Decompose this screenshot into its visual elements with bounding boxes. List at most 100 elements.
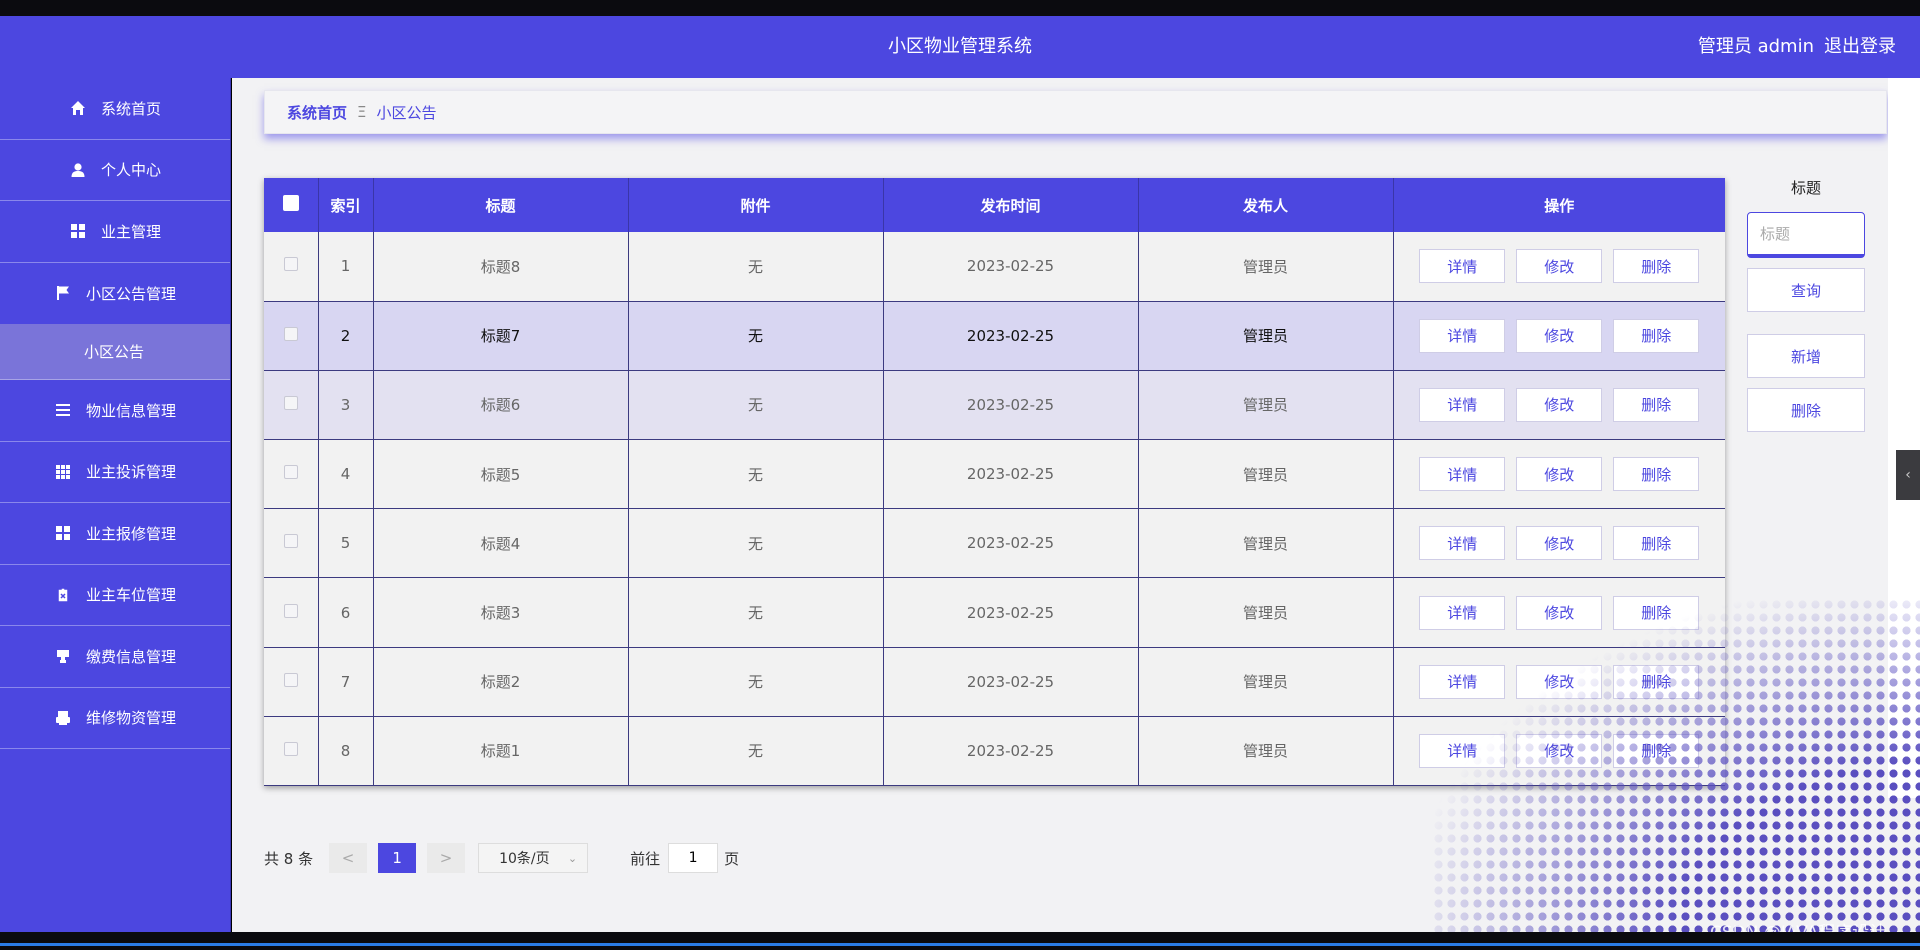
sidebar-item-label: 维修物资管理 bbox=[85, 709, 176, 728]
column-header-attachment[interactable]: 附件 bbox=[628, 178, 884, 232]
delete-button[interactable]: 删除 bbox=[1613, 387, 1700, 422]
cell-title: 标题2 bbox=[373, 647, 629, 717]
title-search-input[interactable] bbox=[1747, 212, 1865, 258]
row-checkbox[interactable] bbox=[283, 741, 298, 756]
video-progress-bar[interactable] bbox=[0, 943, 1920, 946]
sidebar-item-repair[interactable]: 业主报修管理 bbox=[0, 503, 230, 565]
cell-publisher: 管理员 bbox=[1138, 370, 1394, 441]
goto-page-input[interactable] bbox=[668, 843, 719, 873]
edit-button[interactable]: 修改 bbox=[1516, 249, 1603, 284]
detail-button[interactable]: 详情 bbox=[1419, 249, 1506, 284]
goto-label: 前往 bbox=[630, 849, 661, 868]
cell-publisher: 管理员 bbox=[1138, 577, 1394, 648]
sidebar: 系统首页 个人中心 业主管理 小区公告管理 小区公告 物业信息管理 业主投诉管理… bbox=[0, 78, 231, 932]
table-row[interactable]: 4 标题5 无 2023-02-25 管理员 详情 修改 删除 bbox=[264, 439, 1725, 510]
column-header-actions: 操作 bbox=[1393, 178, 1725, 232]
edit-button[interactable]: 修改 bbox=[1516, 526, 1603, 561]
cell-publish-time: 2023-02-25 bbox=[883, 232, 1139, 302]
detail-button[interactable]: 详情 bbox=[1419, 318, 1506, 353]
row-checkbox[interactable] bbox=[283, 326, 298, 341]
cell-title: 标题5 bbox=[373, 439, 629, 510]
cell-publish-time: 2023-02-25 bbox=[883, 647, 1139, 717]
row-checkbox[interactable] bbox=[283, 257, 298, 272]
cell-attachment: 无 bbox=[628, 370, 884, 441]
cell-publish-time: 2023-02-25 bbox=[883, 439, 1139, 510]
column-header-index[interactable]: 索引 bbox=[318, 178, 374, 232]
chevron-down-icon: ⌄ bbox=[567, 851, 578, 865]
cell-attachment: 无 bbox=[628, 508, 884, 579]
batch-delete-button[interactable]: 删除 bbox=[1747, 388, 1865, 432]
delete-button[interactable]: 删除 bbox=[1613, 318, 1700, 353]
add-button[interactable]: 新增 bbox=[1747, 334, 1865, 378]
column-header-publish-time[interactable]: 发布时间 bbox=[883, 178, 1139, 232]
sidebar-item-notice-mgmt[interactable]: 小区公告管理 bbox=[0, 263, 230, 325]
page-number-button[interactable]: 1 bbox=[378, 843, 417, 873]
row-checkbox[interactable] bbox=[283, 672, 298, 687]
cell-publish-time: 2023-02-25 bbox=[883, 370, 1139, 441]
column-header-publisher[interactable]: 发布人 bbox=[1138, 178, 1394, 232]
page-size-select[interactable]: 10条/页 ⌄ bbox=[478, 843, 589, 873]
edit-button[interactable]: 修改 bbox=[1516, 318, 1603, 353]
table-row[interactable]: 5 标题4 无 2023-02-25 管理员 详情 修改 删除 bbox=[264, 508, 1725, 579]
breadcrumb: 系统首页 Ξ 小区公告 bbox=[264, 90, 1887, 134]
row-checkbox[interactable] bbox=[283, 603, 298, 618]
delete-button[interactable]: 删除 bbox=[1613, 526, 1700, 561]
row-checkbox[interactable] bbox=[283, 465, 298, 480]
pagination-total: 共 8 条 bbox=[264, 849, 314, 868]
page-unit-label: 页 bbox=[724, 849, 740, 868]
detail-button[interactable]: 详情 bbox=[1419, 457, 1506, 492]
sidebar-item-property-info[interactable]: 物业信息管理 bbox=[0, 380, 230, 442]
sidebar-item-label: 业主报修管理 bbox=[85, 524, 176, 543]
user-label: 管理员 admin bbox=[1697, 36, 1814, 57]
prev-page-button[interactable]: < bbox=[329, 843, 368, 873]
table-row[interactable]: 1 标题8 无 2023-02-25 管理员 详情 修改 删除 bbox=[264, 232, 1725, 302]
logout-button[interactable]: 退出登录 bbox=[1824, 36, 1896, 57]
delete-button[interactable]: 删除 bbox=[1613, 249, 1700, 284]
delete-button[interactable]: 删除 bbox=[1613, 457, 1700, 492]
select-all-checkbox[interactable] bbox=[282, 195, 299, 211]
cell-attachment: 无 bbox=[628, 439, 884, 510]
cell-publish-time: 2023-02-25 bbox=[883, 716, 1139, 787]
sidebar-item-home[interactable]: 系统首页 bbox=[0, 78, 230, 140]
sidebar-item-profile[interactable]: 个人中心 bbox=[0, 140, 230, 201]
sidebar-item-label: 系统首页 bbox=[100, 99, 161, 118]
next-page-button[interactable]: > bbox=[427, 843, 466, 873]
table-header-row: 索引 标题 附件 发布时间 发布人 操作 bbox=[264, 178, 1725, 232]
cell-index: 4 bbox=[318, 439, 374, 510]
row-checkbox[interactable] bbox=[283, 534, 298, 549]
cell-title: 标题6 bbox=[373, 370, 629, 441]
home-icon bbox=[69, 99, 87, 117]
row-checkbox[interactable] bbox=[283, 395, 298, 410]
list-icon bbox=[54, 401, 72, 419]
cell-publisher: 管理员 bbox=[1138, 439, 1394, 510]
decorative-dot-pattern bbox=[1432, 598, 1920, 932]
cell-index: 6 bbox=[318, 577, 374, 648]
cell-publish-time: 2023-02-25 bbox=[883, 508, 1139, 579]
sidebar-item-materials[interactable]: 维修物资管理 bbox=[0, 688, 230, 749]
sidebar-item-complaint[interactable]: 业主投诉管理 bbox=[0, 442, 230, 503]
collapse-panel-tab[interactable]: ‹ bbox=[1896, 450, 1920, 500]
cell-attachment: 无 bbox=[628, 716, 884, 787]
column-header-title[interactable]: 标题 bbox=[373, 178, 629, 232]
chevron-left-icon: ‹ bbox=[1905, 467, 1911, 483]
table-row[interactable]: 2 标题7 无 2023-02-25 管理员 详情 修改 删除 bbox=[264, 301, 1725, 371]
main-content: 系统首页 Ξ 小区公告 索引 标题 附件 发布时间 发布人 操作 1 标题8 无… bbox=[232, 78, 1920, 932]
breadcrumb-home[interactable]: 系统首页 bbox=[287, 102, 347, 123]
table-row[interactable]: 3 标题6 无 2023-02-25 管理员 详情 修改 删除 bbox=[264, 370, 1725, 441]
query-button[interactable]: 查询 bbox=[1747, 268, 1865, 312]
cell-attachment: 无 bbox=[628, 577, 884, 648]
cell-attachment: 无 bbox=[628, 647, 884, 717]
sidebar-item-owner[interactable]: 业主管理 bbox=[0, 201, 230, 263]
cell-publisher: 管理员 bbox=[1138, 647, 1394, 717]
edit-button[interactable]: 修改 bbox=[1516, 457, 1603, 492]
sidebar-item-payment[interactable]: 缴费信息管理 bbox=[0, 626, 230, 688]
detail-button[interactable]: 详情 bbox=[1419, 387, 1506, 422]
cell-index: 7 bbox=[318, 647, 374, 717]
cell-title: 标题1 bbox=[373, 716, 629, 787]
sidebar-subitem-notice[interactable]: 小区公告 bbox=[0, 324, 230, 380]
edit-button[interactable]: 修改 bbox=[1516, 387, 1603, 422]
search-label: 标题 bbox=[1790, 179, 1821, 197]
printer-icon bbox=[54, 709, 72, 727]
detail-button[interactable]: 详情 bbox=[1419, 526, 1506, 561]
sidebar-item-parking[interactable]: 业主车位管理 bbox=[0, 565, 230, 626]
